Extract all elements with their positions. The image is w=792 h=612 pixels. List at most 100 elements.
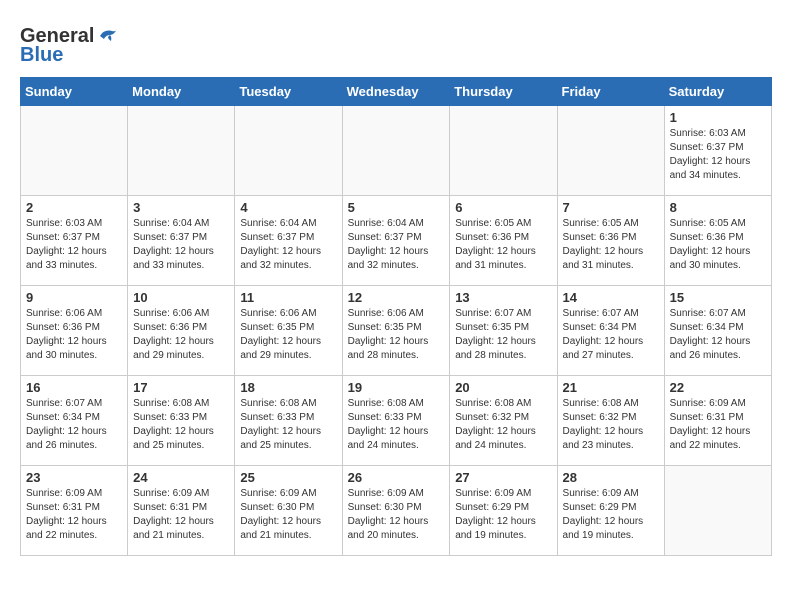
day-number: 26: [348, 470, 445, 485]
calendar-week-0: 1 Sunrise: 6:03 AM Sunset: 6:37 PM Daylig…: [21, 106, 772, 196]
calendar-cell: 10 Sunrise: 6:06 AM Sunset: 6:36 PM Dayli…: [128, 286, 235, 376]
calendar-cell: [128, 106, 235, 196]
day-info: Sunrise: 6:06 AM Sunset: 6:35 PM Dayligh…: [348, 307, 445, 363]
day-info: Sunrise: 6:06 AM Sunset: 6:36 PM Dayligh…: [26, 307, 122, 363]
calendar-cell: 5 Sunrise: 6:04 AM Sunset: 6:37 PM Daylig…: [342, 196, 450, 286]
day-number: 11: [240, 290, 336, 305]
day-info: Sunrise: 6:07 AM Sunset: 6:35 PM Dayligh…: [455, 307, 551, 363]
day-number: 12: [348, 290, 445, 305]
day-number: 8: [670, 200, 766, 215]
day-number: 16: [26, 380, 122, 395]
calendar-cell: 28 Sunrise: 6:09 AM Sunset: 6:29 PM Dayli…: [557, 466, 664, 556]
day-number: 6: [455, 200, 551, 215]
day-info: Sunrise: 6:08 AM Sunset: 6:32 PM Dayligh…: [455, 397, 551, 453]
calendar-cell: 18 Sunrise: 6:08 AM Sunset: 6:33 PM Dayli…: [235, 376, 342, 466]
logo-bird-icon: [96, 27, 118, 45]
day-number: 27: [455, 470, 551, 485]
day-number: 24: [133, 470, 229, 485]
day-number: 23: [26, 470, 122, 485]
page-header: General Blue: [20, 20, 772, 67]
day-info: Sunrise: 6:09 AM Sunset: 6:29 PM Dayligh…: [563, 487, 659, 543]
calendar-cell: [557, 106, 664, 196]
calendar-week-4: 23 Sunrise: 6:09 AM Sunset: 6:31 PM Dayli…: [21, 466, 772, 556]
calendar-cell: 17Sunrise: 6:08 AM Sunset: 6:33 PM Dayli…: [128, 376, 235, 466]
weekday-header-tuesday: Tuesday: [235, 78, 342, 106]
calendar-cell: 14 Sunrise: 6:07 AM Sunset: 6:34 PM Dayli…: [557, 286, 664, 376]
calendar-cell: [342, 106, 450, 196]
day-info: Sunrise: 6:09 AM Sunset: 6:31 PM Dayligh…: [26, 487, 122, 543]
calendar-cell: 3 Sunrise: 6:04 AM Sunset: 6:37 PM Daylig…: [128, 196, 235, 286]
weekday-header-wednesday: Wednesday: [342, 78, 450, 106]
day-info: Sunrise: 6:03 AM Sunset: 6:37 PM Dayligh…: [670, 127, 766, 183]
day-number: 9: [26, 290, 122, 305]
day-info: Sunrise: 6:08 AM Sunset: 6:33 PM Dayligh…: [133, 397, 229, 453]
day-number: 18: [240, 380, 336, 395]
weekday-header-sunday: Sunday: [21, 78, 128, 106]
logo: General Blue: [20, 25, 118, 67]
day-info: Sunrise: 6:04 AM Sunset: 6:37 PM Dayligh…: [133, 217, 229, 273]
day-info: Sunrise: 6:07 AM Sunset: 6:34 PM Dayligh…: [563, 307, 659, 363]
day-number: 14: [563, 290, 659, 305]
calendar-cell: 9 Sunrise: 6:06 AM Sunset: 6:36 PM Daylig…: [21, 286, 128, 376]
day-number: 4: [240, 200, 336, 215]
day-number: 25: [240, 470, 336, 485]
weekday-header-saturday: Saturday: [664, 78, 771, 106]
day-info: Sunrise: 6:09 AM Sunset: 6:31 PM Dayligh…: [133, 487, 229, 543]
calendar-header-row: SundayMondayTuesdayWednesdayThursdayFrid…: [21, 78, 772, 106]
calendar-cell: 26 Sunrise: 6:09 AM Sunset: 6:30 PM Dayli…: [342, 466, 450, 556]
day-info: Sunrise: 6:06 AM Sunset: 6:36 PM Dayligh…: [133, 307, 229, 363]
day-number: 22: [670, 380, 766, 395]
day-number: 28: [563, 470, 659, 485]
day-number: 13: [455, 290, 551, 305]
day-info: Sunrise: 6:07 AM Sunset: 6:34 PM Dayligh…: [670, 307, 766, 363]
day-info: Sunrise: 6:05 AM Sunset: 6:36 PM Dayligh…: [455, 217, 551, 273]
calendar-cell: [235, 106, 342, 196]
calendar-cell: 12 Sunrise: 6:06 AM Sunset: 6:35 PM Dayli…: [342, 286, 450, 376]
day-info: Sunrise: 6:05 AM Sunset: 6:36 PM Dayligh…: [563, 217, 659, 273]
day-info: Sunrise: 6:06 AM Sunset: 6:35 PM Dayligh…: [240, 307, 336, 363]
day-info: Sunrise: 6:04 AM Sunset: 6:37 PM Dayligh…: [348, 217, 445, 273]
day-number: 2: [26, 200, 122, 215]
day-info: Sunrise: 6:08 AM Sunset: 6:32 PM Dayligh…: [563, 397, 659, 453]
day-number: 20: [455, 380, 551, 395]
day-number: 21: [563, 380, 659, 395]
day-number: 3: [133, 200, 229, 215]
day-number: 1: [670, 110, 766, 125]
calendar-cell: [21, 106, 128, 196]
calendar-cell: 1 Sunrise: 6:03 AM Sunset: 6:37 PM Daylig…: [664, 106, 771, 196]
calendar-cell: 27Sunrise: 6:09 AM Sunset: 6:29 PM Dayli…: [450, 466, 557, 556]
day-info: Sunrise: 6:08 AM Sunset: 6:33 PM Dayligh…: [240, 397, 336, 453]
calendar-cell: 15 Sunrise: 6:07 AM Sunset: 6:34 PM Dayli…: [664, 286, 771, 376]
calendar-week-1: 2 Sunrise: 6:03 AM Sunset: 6:37 PM Daylig…: [21, 196, 772, 286]
day-info: Sunrise: 6:08 AM Sunset: 6:33 PM Dayligh…: [348, 397, 445, 453]
calendar-cell: 21 Sunrise: 6:08 AM Sunset: 6:32 PM Dayli…: [557, 376, 664, 466]
weekday-header-friday: Friday: [557, 78, 664, 106]
calendar-week-2: 9 Sunrise: 6:06 AM Sunset: 6:36 PM Daylig…: [21, 286, 772, 376]
calendar-cell: 2 Sunrise: 6:03 AM Sunset: 6:37 PM Daylig…: [21, 196, 128, 286]
calendar-cell: 6 Sunrise: 6:05 AM Sunset: 6:36 PM Daylig…: [450, 196, 557, 286]
day-number: 19: [348, 380, 445, 395]
calendar-cell: 16Sunrise: 6:07 AM Sunset: 6:34 PM Dayli…: [21, 376, 128, 466]
calendar-cell: 8Sunrise: 6:05 AM Sunset: 6:36 PM Daylig…: [664, 196, 771, 286]
calendar-cell: 7 Sunrise: 6:05 AM Sunset: 6:36 PM Daylig…: [557, 196, 664, 286]
calendar-cell: 13 Sunrise: 6:07 AM Sunset: 6:35 PM Dayli…: [450, 286, 557, 376]
calendar-cell: 25 Sunrise: 6:09 AM Sunset: 6:30 PM Dayli…: [235, 466, 342, 556]
day-number: 15: [670, 290, 766, 305]
day-number: 5: [348, 200, 445, 215]
calendar-cell: 19 Sunrise: 6:08 AM Sunset: 6:33 PM Dayli…: [342, 376, 450, 466]
day-info: Sunrise: 6:09 AM Sunset: 6:31 PM Dayligh…: [670, 397, 766, 453]
day-info: Sunrise: 6:09 AM Sunset: 6:30 PM Dayligh…: [348, 487, 445, 543]
calendar-table: SundayMondayTuesdayWednesdayThursdayFrid…: [20, 77, 772, 556]
day-info: Sunrise: 6:09 AM Sunset: 6:30 PM Dayligh…: [240, 487, 336, 543]
calendar-cell: 22 Sunrise: 6:09 AM Sunset: 6:31 PM Dayli…: [664, 376, 771, 466]
calendar-cell: 4 Sunrise: 6:04 AM Sunset: 6:37 PM Daylig…: [235, 196, 342, 286]
day-info: Sunrise: 6:04 AM Sunset: 6:37 PM Dayligh…: [240, 217, 336, 273]
calendar-week-3: 16Sunrise: 6:07 AM Sunset: 6:34 PM Dayli…: [21, 376, 772, 466]
day-number: 10: [133, 290, 229, 305]
calendar-cell: 11 Sunrise: 6:06 AM Sunset: 6:35 PM Dayli…: [235, 286, 342, 376]
weekday-header-monday: Monday: [128, 78, 235, 106]
calendar-cell: [450, 106, 557, 196]
day-number: 7: [563, 200, 659, 215]
day-info: Sunrise: 6:03 AM Sunset: 6:37 PM Dayligh…: [26, 217, 122, 273]
calendar-cell: 23 Sunrise: 6:09 AM Sunset: 6:31 PM Dayli…: [21, 466, 128, 556]
